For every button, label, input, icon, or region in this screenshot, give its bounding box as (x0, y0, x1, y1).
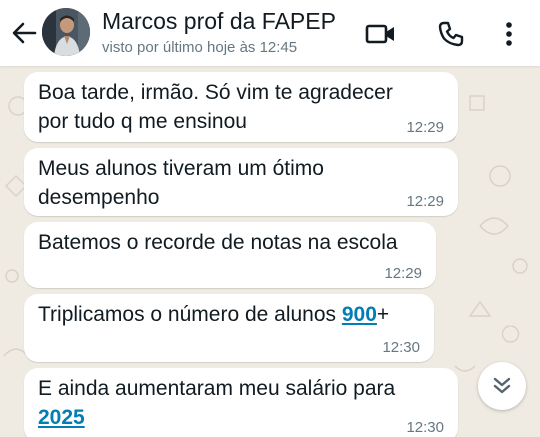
message-bubble[interactable]: Batemos o recorde de notas na escola 12:… (24, 222, 436, 288)
contact-name: Marcos prof da FAPEP (102, 8, 336, 34)
message-list[interactable]: Boa tarde, irmão. Só vim te agradecer po… (0, 66, 540, 437)
message-bubble[interactable]: Triplicamos o número de alunos 900+ 12:3… (24, 294, 434, 362)
message-time: 12:29 (384, 265, 422, 282)
message-bubble[interactable]: Boa tarde, irmão. Só vim te agradecer po… (24, 72, 458, 142)
chat-screen: Marcos prof da FAPEP visto por último ho… (0, 0, 540, 437)
double-chevron-down-icon (493, 377, 511, 394)
more-options-icon[interactable] (492, 17, 526, 51)
message-text: E ainda aumentaram meu salário para 2025 (38, 374, 444, 432)
back-arrow-icon[interactable] (8, 17, 40, 49)
message-time: 12:29 (406, 119, 444, 136)
message-text-part: + (376, 303, 390, 326)
avatar[interactable] (42, 8, 90, 56)
message-text: Meus alunos tiveram um ótimo desempenho (38, 157, 324, 209)
scroll-to-bottom-button[interactable] (478, 362, 526, 410)
message-time: 12:29 (406, 193, 444, 210)
number-link[interactable]: 2025 (38, 406, 85, 429)
message-text-part: E ainda aumentaram meu salário para (38, 377, 396, 400)
message-text-part: Triplicamos o número de alunos (38, 303, 342, 326)
contact-info[interactable]: Marcos prof da FAPEP visto por último ho… (102, 7, 352, 59)
message-text: Boa tarde, irmão. Só vim te agradecer po… (38, 81, 393, 133)
phone-icon[interactable] (434, 17, 468, 51)
message-time: 12:30 (406, 419, 444, 436)
message-bubble[interactable]: E ainda aumentaram meu salário para 2025… (24, 368, 458, 437)
chat-header: Marcos prof da FAPEP visto por último ho… (0, 0, 540, 66)
last-seen-status: visto por último hoje às 12:45 (102, 39, 298, 56)
message-text: Triplicamos o número de alunos 900+ (38, 300, 420, 329)
message-bubble[interactable]: Meus alunos tiveram um ótimo desempenho … (24, 148, 458, 216)
video-call-icon[interactable] (364, 17, 398, 51)
message-time: 12:30 (382, 339, 420, 356)
number-link[interactable]: 900 (342, 303, 377, 326)
message-text: Batemos o recorde de notas na escola (38, 231, 398, 254)
